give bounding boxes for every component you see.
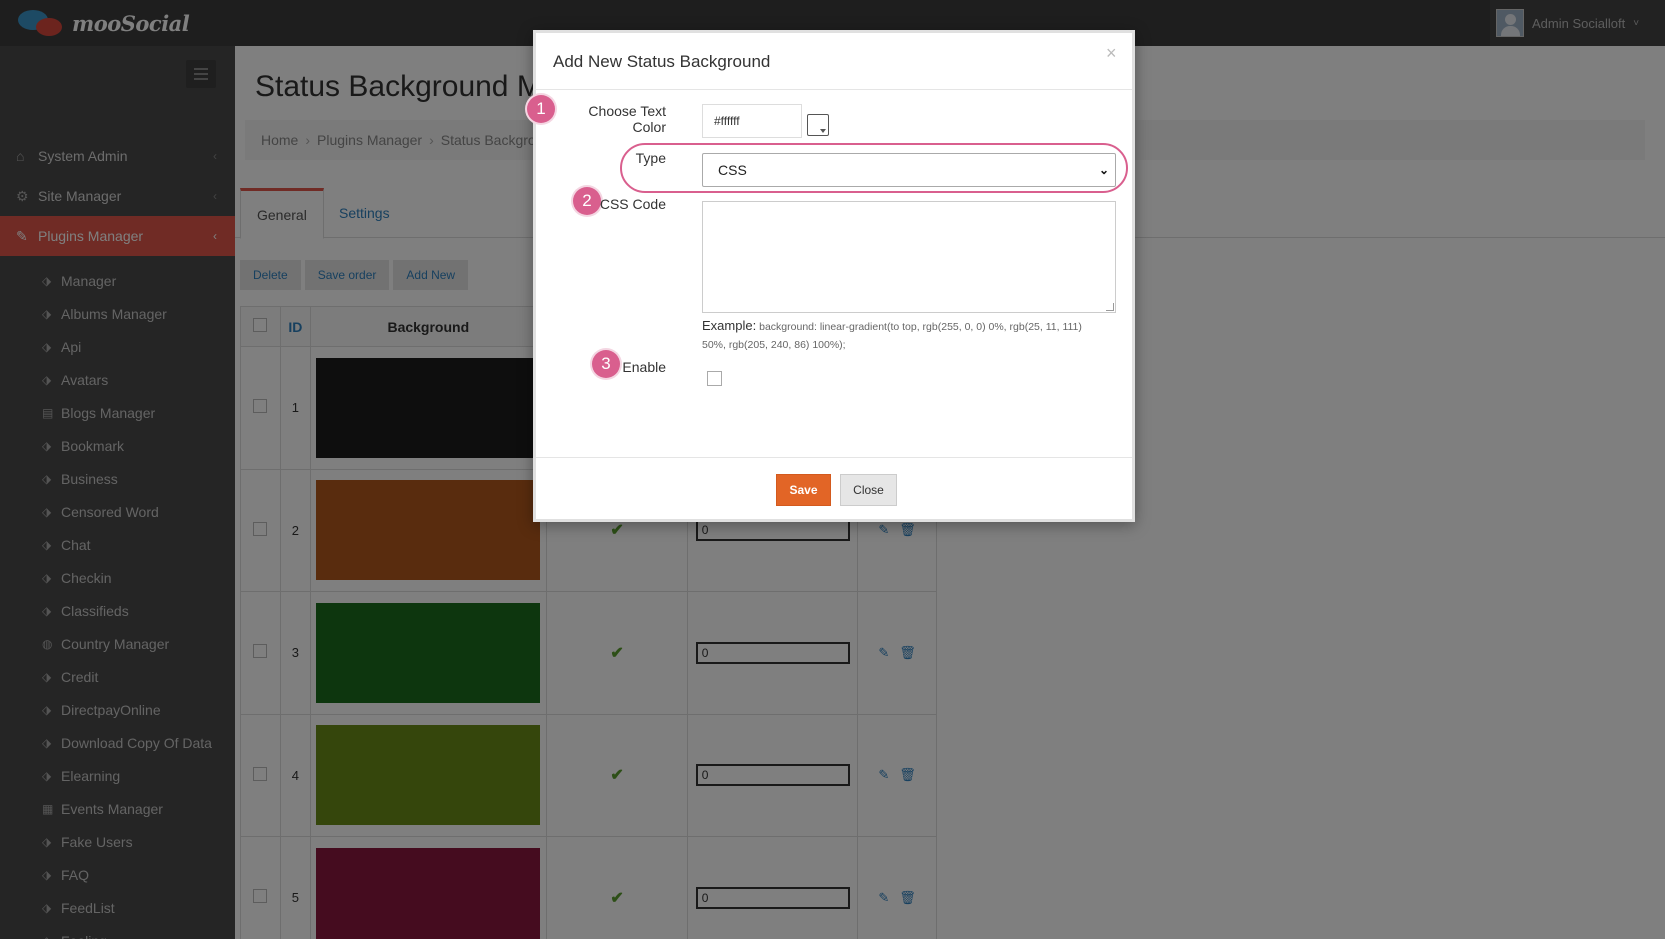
enable-checkbox[interactable] bbox=[707, 371, 722, 386]
save-button[interactable]: Save bbox=[776, 474, 831, 506]
close-icon[interactable]: × bbox=[1106, 43, 1117, 64]
type-label: Type bbox=[635, 150, 666, 166]
step-badge-1: 1 bbox=[527, 95, 555, 123]
type-selected-value: CSS bbox=[718, 162, 747, 178]
css-example-text: Example: background: linear-gradient(to … bbox=[702, 317, 1102, 354]
type-select[interactable]: CSS ⌄ bbox=[702, 153, 1116, 187]
css-code-textarea[interactable] bbox=[702, 201, 1116, 313]
enable-label: Enable bbox=[622, 359, 666, 375]
modal-header: Add New Status Background × bbox=[536, 33, 1132, 90]
text-color-input[interactable]: #ffffff bbox=[702, 104, 802, 138]
app-root: mooSocial Admin Socialloft ˅ ⌂System Adm… bbox=[0, 0, 1665, 939]
resize-handle-icon[interactable] bbox=[1106, 303, 1114, 311]
chevron-down-icon: ⌄ bbox=[1098, 163, 1109, 177]
modal-title: Add New Status Background bbox=[553, 52, 771, 71]
example-label: Example: bbox=[702, 318, 757, 333]
css-code-label: CSS Code bbox=[599, 196, 666, 212]
text-color-label: Choose Text Color bbox=[588, 103, 666, 135]
close-button[interactable]: Close bbox=[840, 474, 897, 506]
color-picker-button[interactable] bbox=[807, 114, 829, 136]
add-status-background-modal: Add New Status Background × 1 Choose Tex… bbox=[527, 30, 1135, 522]
modal-footer: Save Close bbox=[536, 457, 1132, 519]
example-code: background: linear-gradient(to top, rgb(… bbox=[702, 321, 1082, 351]
